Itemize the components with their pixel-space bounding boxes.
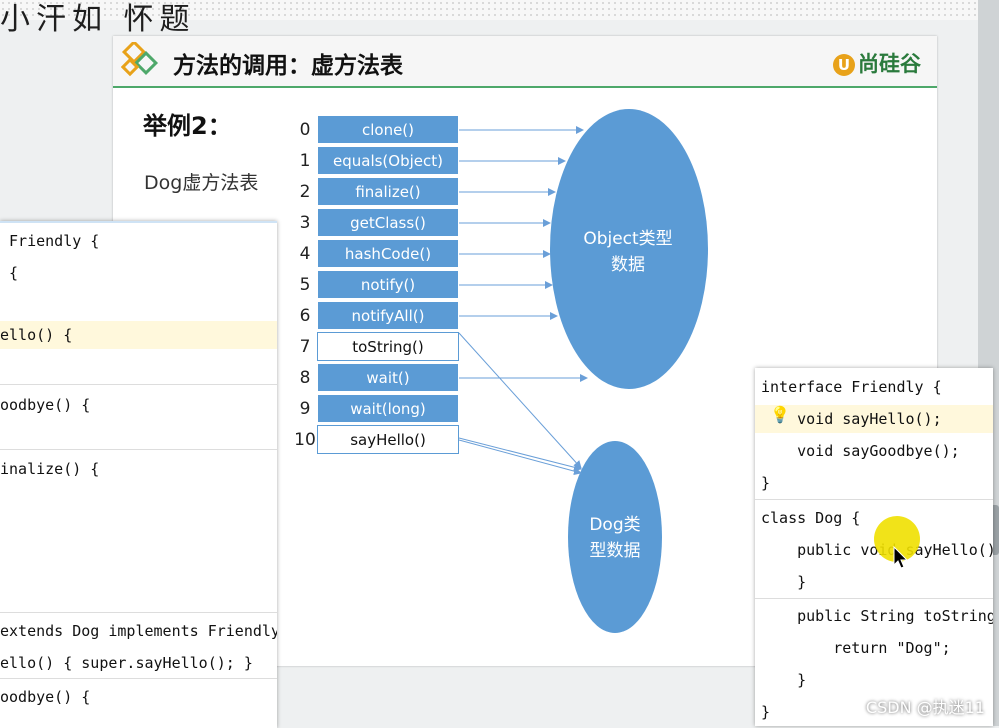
code-line: Friendly {	[0, 232, 100, 250]
class-separator	[755, 499, 993, 500]
lightbulb-icon[interactable]: 💡	[770, 405, 790, 424]
code-line: return "Dog";	[761, 639, 951, 657]
mapping-arrow	[458, 332, 582, 469]
code-line: }	[761, 703, 771, 721]
dog-ellipse-line-2: 型数据	[589, 541, 641, 561]
code-line: }	[761, 671, 807, 689]
method-separator	[0, 384, 277, 385]
code-line: inalize() {	[0, 460, 100, 478]
code-line: oodbye() {	[0, 396, 91, 414]
code-line-current: ello() {	[0, 321, 277, 349]
object-ellipse-line-2: 数据	[611, 255, 645, 275]
code-line: class Dog {	[761, 509, 861, 527]
dog-ellipse-line-1: Dog类	[589, 515, 641, 535]
code-line: }	[761, 474, 771, 492]
code-line: }	[761, 573, 807, 591]
code-line: {	[0, 264, 19, 282]
method-separator	[755, 598, 993, 599]
mapping-arrow	[458, 437, 582, 472]
code-line: extends Dog implements Friendly {	[0, 617, 277, 645]
dog-ellipse-label: Dog类 型数据	[570, 512, 660, 564]
top-title: 小汗如 怀题	[0, 2, 196, 37]
code-line: void sayGoodbye();	[761, 442, 960, 460]
code-text: ello() {	[0, 326, 73, 344]
right-code-editor[interactable]: interface Friendly { void sayHello(); vo…	[755, 368, 993, 726]
method-separator	[0, 678, 277, 679]
code-line: ello() { super.sayHello(); }	[0, 654, 253, 672]
method-separator	[0, 612, 277, 613]
object-ellipse-label: Object类型 数据	[558, 226, 698, 278]
watermark: CSDN @执迷11	[865, 698, 985, 717]
mapping-arrow	[458, 439, 582, 476]
object-ellipse-line-1: Object类型	[583, 229, 673, 249]
code-line: interface Friendly {	[761, 378, 942, 396]
mouse-cursor-icon	[893, 546, 909, 569]
code-text: extends Dog implements Friendly {	[0, 622, 277, 640]
code-line: oodbye() {	[0, 688, 91, 706]
code-line-current: void sayHello();	[755, 405, 993, 433]
method-separator	[0, 449, 277, 450]
left-code-editor[interactable]: Friendly { { ello() { oodbye() { inalize…	[0, 221, 277, 728]
code-line: public String toString(	[761, 607, 993, 625]
